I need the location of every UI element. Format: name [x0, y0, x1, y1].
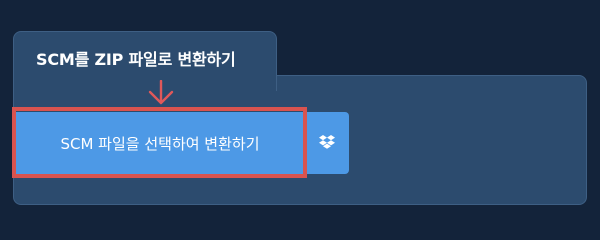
- dropbox-button[interactable]: [304, 112, 349, 174]
- select-file-button-label: SCM 파일을 선택하여 변환하기: [60, 134, 260, 153]
- arrow-down-icon: [148, 80, 174, 105]
- tab-title: SCM를 ZIP 파일로 변환하기: [36, 50, 236, 69]
- dropbox-icon: [319, 135, 335, 149]
- converter-tab[interactable]: SCM를 ZIP 파일로 변환하기: [13, 31, 277, 91]
- select-file-button[interactable]: SCM 파일을 선택하여 변환하기: [16, 112, 304, 174]
